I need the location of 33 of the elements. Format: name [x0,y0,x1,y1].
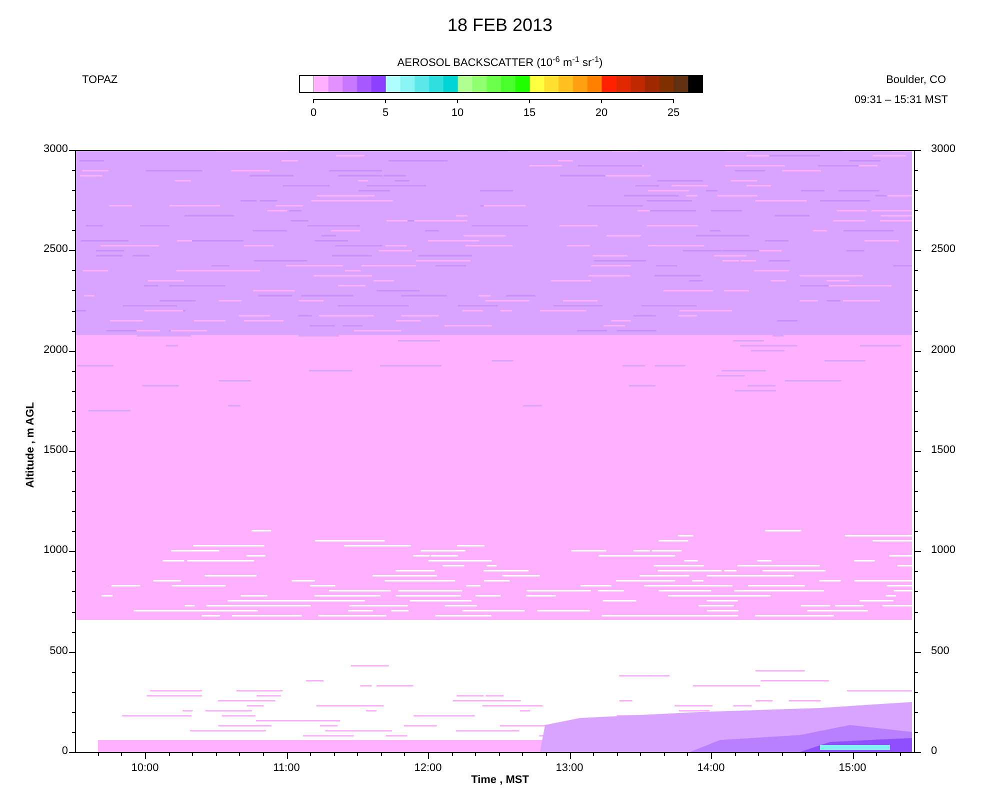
y-axis-tick-label: 2500 [44,244,68,256]
colorbar-tick-label: 5 [382,108,389,119]
chart-title: 18 FEB 2013 [447,16,553,34]
x-axis-tick-label: 15:00 [838,763,866,774]
x-axis-tick-label: 14:00 [697,763,725,774]
y-axis-tick-label: 3000 [931,144,956,155]
y-axis-tick-label: 2000 [931,344,956,356]
y-axis-tick-label: 1500 [931,445,956,456]
x-axis-tick-label: 10:00 [131,763,159,774]
colorbar-tick-label: 25 [667,108,680,119]
colorbar-title: AEROSOL BACKSCATTER (10$^{-6}$ m$^{-1}$ sr$^{-1}$) [397,58,603,69]
y-axis-tick-label: 1000 [44,545,68,556]
y-axis-tick-label: 500 [931,646,950,657]
y-axis-title: Altitude , m AGL [26,402,36,488]
y-axis-tick-label: 1500 [44,445,68,456]
y-axis-tick-label: 1000 [931,545,956,556]
x-axis-tick-label: 12:00 [414,763,442,774]
station-label: TOPAZ [82,75,118,86]
x-axis-title: Time , MST [471,775,529,786]
time-range-label: 09:31 – 15:31 MST [854,95,948,106]
x-axis-tick-label: 13:00 [556,763,584,774]
y-axis-tick-label: 2000 [44,344,68,356]
y-axis-tick-label: 3000 [44,144,68,155]
y-axis-tick-label: 500 [50,646,68,657]
colorbar-tick-label: 10 [451,108,464,119]
y-axis-tick-label: 0 [931,746,938,757]
colorbar-tick-label: 20 [595,108,608,119]
y-axis-tick-label: 2500 [931,244,956,256]
location-label: Boulder, CO [886,75,946,86]
x-axis-tick-label: 11:00 [273,763,300,774]
y-axis-tick-label: 0 [62,746,68,757]
colorbar-tick-label: 0 [310,108,317,119]
colorbar-tick-label: 15 [523,108,536,119]
